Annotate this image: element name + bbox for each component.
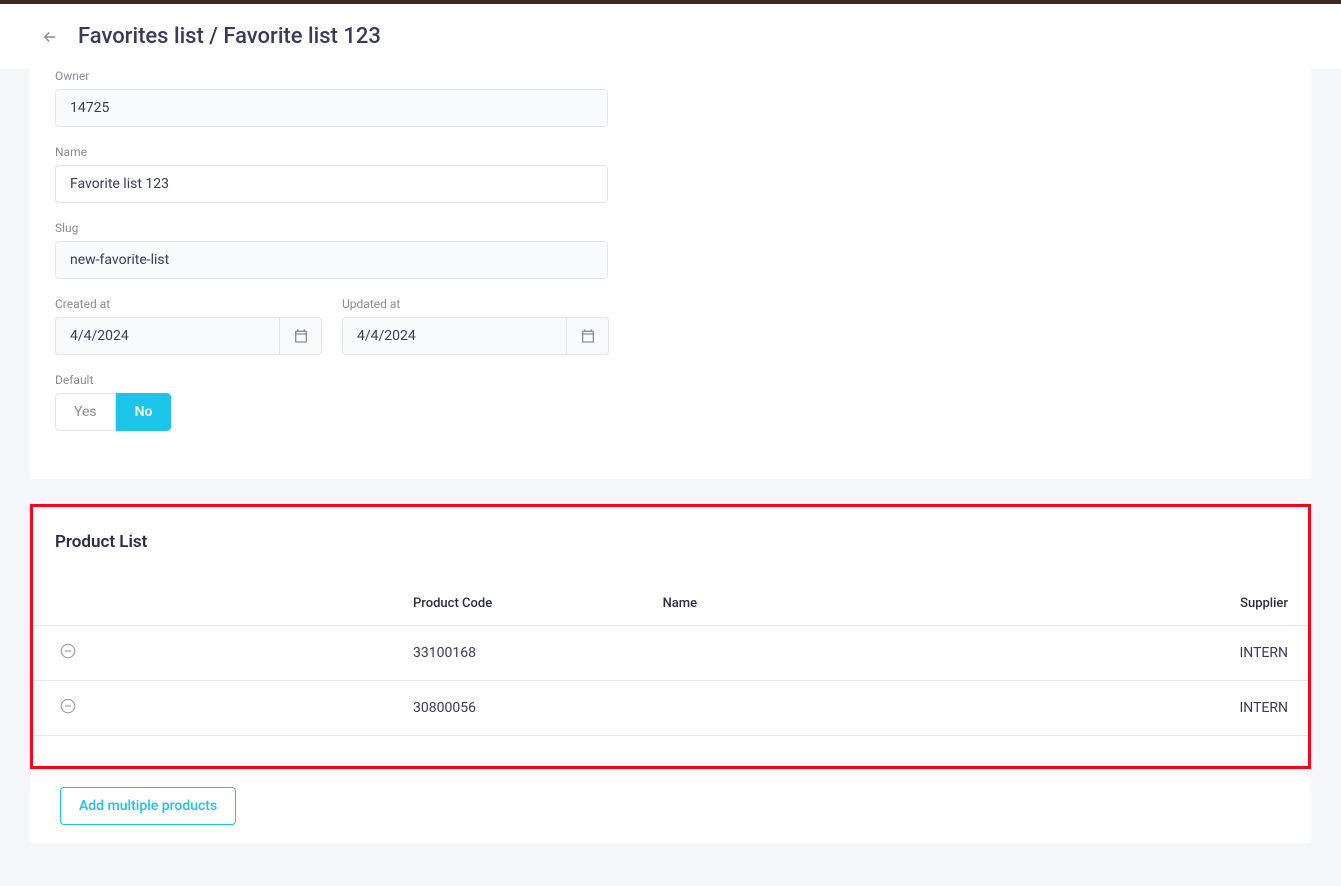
table-row: 30800056 INTERN — [33, 681, 1308, 736]
name-group: Name — [55, 145, 608, 203]
product-list-section: Product List Product Code Name Supplier — [30, 504, 1311, 769]
product-list-title: Product List — [33, 532, 1308, 552]
table-header-supplier: Supplier — [1123, 582, 1308, 626]
slug-label: Slug — [55, 221, 608, 235]
default-no-button[interactable]: No — [116, 393, 172, 431]
name-field[interactable] — [55, 165, 608, 203]
table-header-remove — [33, 582, 393, 626]
created-date-wrapper — [55, 317, 322, 355]
form-card: Owner Name Slug Created at — [30, 69, 1311, 479]
table-header-name: Name — [643, 582, 1123, 626]
updated-field — [343, 318, 566, 354]
back-arrow-icon[interactable] — [40, 27, 60, 47]
main-content: Owner Name Slug Created at — [0, 69, 1341, 873]
table-row: 33100168 INTERN — [33, 626, 1308, 681]
table-header-row: Product Code Name Supplier — [33, 582, 1308, 626]
table-cell-remove — [33, 626, 393, 681]
product-table: Product Code Name Supplier 33100168 INTE… — [33, 582, 1308, 736]
updated-group: Updated at — [342, 297, 609, 355]
table-cell-supplier: INTERN — [1123, 681, 1308, 736]
updated-label: Updated at — [342, 297, 609, 311]
breadcrumb: Favorites list / Favorite list 123 — [78, 24, 381, 49]
table-cell-product-code: 30800056 — [393, 681, 643, 736]
calendar-icon[interactable] — [279, 318, 321, 354]
remove-icon[interactable] — [59, 697, 77, 715]
default-yes-button[interactable]: Yes — [55, 393, 116, 431]
updated-date-wrapper — [342, 317, 609, 355]
created-field — [56, 318, 279, 354]
add-button-wrapper: Add multiple products — [30, 769, 1311, 843]
owner-label: Owner — [55, 69, 608, 83]
created-group: Created at — [55, 297, 322, 355]
spacer — [0, 479, 1341, 504]
owner-field — [55, 89, 608, 127]
table-cell-product-code: 33100168 — [393, 626, 643, 681]
owner-group: Owner — [55, 69, 608, 127]
table-cell-name — [643, 626, 1123, 681]
table-cell-supplier: INTERN — [1123, 626, 1308, 681]
remove-icon[interactable] — [59, 642, 77, 660]
name-label: Name — [55, 145, 608, 159]
slug-field — [55, 241, 608, 279]
default-toggle: Yes No — [55, 393, 171, 431]
slug-group: Slug — [55, 221, 608, 279]
default-group: Default Yes No — [55, 373, 171, 431]
table-cell-remove — [33, 681, 393, 736]
page-header: Favorites list / Favorite list 123 — [0, 4, 1341, 69]
default-label: Default — [55, 373, 171, 387]
calendar-icon[interactable] — [566, 318, 608, 354]
add-multiple-products-button[interactable]: Add multiple products — [60, 787, 236, 825]
table-cell-name — [643, 681, 1123, 736]
created-label: Created at — [55, 297, 322, 311]
table-header-product-code: Product Code — [393, 582, 643, 626]
